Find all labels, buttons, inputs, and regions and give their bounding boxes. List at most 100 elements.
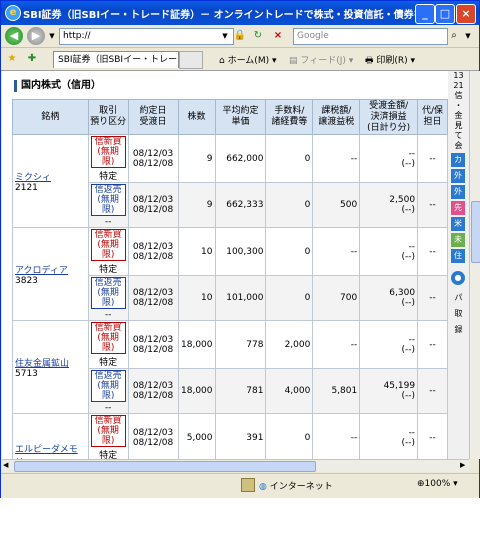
shares-cell: 9 xyxy=(177,134,216,183)
add-favorites-icon[interactable]: ✚ xyxy=(25,52,39,66)
scroll-left-icon[interactable]: ◀ xyxy=(3,461,8,469)
lock-icon[interactable]: 🔒 xyxy=(233,29,247,43)
trade-type-badge: 信返売 (無期限) xyxy=(90,370,126,402)
ie-logo-icon: e xyxy=(5,5,21,21)
tax-cell: -- xyxy=(312,413,361,459)
account-type: -- xyxy=(104,403,112,413)
date-cell: 08/12/03 08/12/08 xyxy=(127,134,179,183)
header-heikin: 平均約定 単価 xyxy=(214,99,267,135)
stock-code: 3823 xyxy=(15,275,38,286)
amount-cell: 2,500 (--) xyxy=(359,182,419,228)
trade-type-badge: 信返売 (無期限) xyxy=(90,184,126,216)
minimize-button[interactable]: _ xyxy=(415,4,435,24)
date-cell: 08/12/03 08/12/08 xyxy=(127,320,179,369)
horizontal-scroll-thumb[interactable] xyxy=(14,461,316,472)
header-kazei: 課税額/譲渡益税 xyxy=(312,99,361,135)
horizontal-scrollbar[interactable]: ◀ ▶ xyxy=(2,459,469,472)
forward-button[interactable]: ▶ xyxy=(27,27,45,45)
stock-name-cell: エルピーダメモリ 6665 xyxy=(12,413,89,459)
trade-type-cell: 信返売 (無期限) -- xyxy=(87,182,129,228)
back-button[interactable]: ◀ xyxy=(5,27,23,45)
tax-cell: 5,801 xyxy=(312,368,361,414)
price-cell: 778 xyxy=(214,320,267,369)
vertical-scroll-thumb[interactable] xyxy=(471,201,480,263)
sidebar-link-button[interactable]: 外 xyxy=(451,185,465,199)
title-bar: e SBI証券（旧SBIイー・トレード証券）－ オンライントレードで株式・投資信… xyxy=(1,1,479,25)
zoom-control[interactable]: ⊕100% ▾ xyxy=(417,479,458,489)
stock-name-link[interactable]: ミクシィ xyxy=(15,170,86,183)
amount-cell: -- (--) xyxy=(359,320,419,369)
sidebar-text-char: ・ xyxy=(454,101,463,110)
sidebar-link-button[interactable]: 外 xyxy=(451,169,465,183)
price-cell: 391 xyxy=(214,413,267,459)
tab-bar: ★ ✚ SBI証券（旧SBIイー・トレー... ⌂ ホーム(M) ▾ ▤ フィー… xyxy=(1,48,479,71)
refresh-icon[interactable]: ↻ xyxy=(251,29,265,43)
sidebar-link-button[interactable]: 先 xyxy=(451,201,465,215)
search-input[interactable]: Google xyxy=(293,28,448,45)
scroll-right-icon[interactable]: ▶ xyxy=(460,461,465,469)
address-input[interactable]: http:// xyxy=(59,28,234,45)
sidebar-link-button[interactable]: 未 xyxy=(451,233,465,247)
trade-type-cell: 信新買 (無期限) 特定 xyxy=(87,413,129,459)
trade-type-badge: 信新買 (無期限) xyxy=(90,229,126,261)
amount-cell: 45,199 (--) xyxy=(359,368,419,414)
tax-cell: -- xyxy=(312,134,361,183)
address-dropdown-icon[interactable]: ▼ xyxy=(218,29,232,43)
new-tab-button[interactable] xyxy=(179,51,203,69)
table-row: ミクシィ 2121 信新買 (無期限) 特定 08/12/03 08/12/08 9 66… xyxy=(12,134,448,228)
tab-sbi[interactable]: SBI証券（旧SBIイー・トレー... xyxy=(53,51,179,68)
stock-name-link[interactable]: エルピーダメモリ xyxy=(15,442,86,459)
table-header-row: 銘柄 取引 預り区分 約定日 受渡日 株数 平均約定 単価 手数料/諸経費等 課税額/… xyxy=(12,99,448,135)
account-type: 特定 xyxy=(99,358,118,368)
sidebar-text-char: 見 xyxy=(454,121,463,130)
home-button[interactable]: ⌂ ホーム(M) ▾ xyxy=(219,53,277,66)
maximize-button[interactable]: □ xyxy=(435,4,455,24)
sidebar-text-char: 録 xyxy=(454,325,463,334)
fee-cell: 0 xyxy=(265,182,314,228)
stock-name-link[interactable]: アクロディア xyxy=(15,263,86,276)
zoom-icon: ⊕ xyxy=(417,479,425,489)
shares-cell: 5,000 xyxy=(177,413,216,459)
amount-cell: -- (--) xyxy=(359,227,419,276)
search-icon[interactable]: ⌕ xyxy=(447,29,461,43)
feed-button[interactable]: ▤ フィード(J) ▾ xyxy=(289,53,353,66)
trade-type-badge: 信新買 (無期限) xyxy=(90,415,126,447)
tax-cell: 500 xyxy=(312,182,361,228)
shares-cell: 9 xyxy=(177,182,216,228)
stock-name-link[interactable]: 住友金属鉱山 xyxy=(15,356,86,369)
trade-type-badge: 信返売 (無期限) xyxy=(90,277,126,309)
tax-cell: -- xyxy=(312,227,361,276)
favorites-star-icon[interactable]: ★ xyxy=(5,52,19,66)
fee-cell: 0 xyxy=(265,134,314,183)
price-cell: 662,000 xyxy=(214,134,267,183)
history-dropdown-icon[interactable]: ▼ xyxy=(45,29,59,43)
fee-cell: 0 xyxy=(265,413,314,459)
close-button[interactable]: × xyxy=(456,4,476,24)
sidebar-link-button[interactable]: 米 xyxy=(451,217,465,231)
fee-cell: 4,000 xyxy=(265,368,314,414)
date-cell: 08/12/03 08/12/08 xyxy=(127,368,179,414)
sidebar-text-char: 信 xyxy=(454,91,463,100)
sidebar-link-button[interactable]: 住 xyxy=(451,249,465,263)
vertical-scrollbar[interactable] xyxy=(469,71,480,459)
trade-type-cell: 信返売 (無期限) -- xyxy=(87,368,129,414)
account-type: -- xyxy=(104,217,112,227)
table-row: アクロディア 3823 信新買 (無期限) 特定 08/12/03 08/12/08 1… xyxy=(12,227,448,321)
fee-cell: 2,000 xyxy=(265,320,314,369)
globe-icon: ◍ xyxy=(259,482,270,492)
sidebar-text-char: 21 xyxy=(453,81,464,90)
search-dropdown-icon[interactable]: ▼ xyxy=(461,29,475,43)
print-button[interactable]: 🖶 印刷(R) ▾ xyxy=(365,53,415,69)
stop-icon[interactable]: × xyxy=(271,29,285,43)
shares-cell: 18,000 xyxy=(177,368,216,414)
info-circle-icon[interactable]: ● xyxy=(451,271,465,285)
sidebar-text-char: 取 xyxy=(454,309,463,318)
window-title: SBI証券（旧SBIイー・トレード証券）－ オンライントレードで株式・投資信託・… xyxy=(23,10,415,21)
trade-type-cell: 信新買 (無期限) 特定 xyxy=(87,227,129,276)
sidebar-link-button[interactable]: カ xyxy=(451,153,465,167)
header-dai: 代/保 担日 xyxy=(417,99,448,135)
header-kabusu: 株数 xyxy=(177,99,216,135)
trade-type-badge: 信新買 (無期限) xyxy=(90,136,126,168)
sidebar-text-char: て xyxy=(454,131,463,140)
shares-cell: 10 xyxy=(177,275,216,321)
